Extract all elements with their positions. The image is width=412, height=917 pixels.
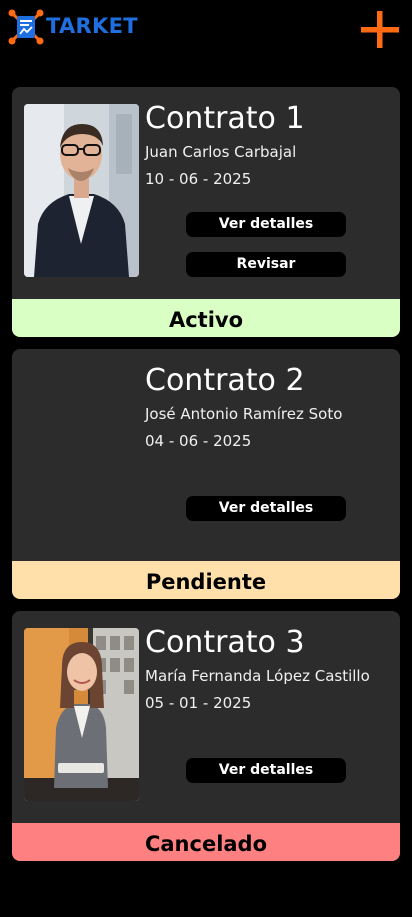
contract-person-name: José Antonio Ramírez Soto [145, 405, 343, 423]
contract-photo [24, 628, 139, 801]
review-button[interactable]: Revisar [186, 252, 346, 277]
contract-date: 05 - 01 - 2025 [145, 694, 252, 712]
contract-person-name: María Fernanda López Castillo [145, 667, 370, 685]
view-details-button[interactable]: Ver detalles [186, 496, 346, 521]
contract-card: Contrato 2 José Antonio Ramírez Soto 04 … [12, 349, 400, 599]
plus-icon[interactable] [360, 10, 400, 50]
contract-title: Contrato 3 [145, 625, 305, 660]
contract-date: 10 - 06 - 2025 [145, 170, 252, 188]
contract-person-name: Juan Carlos Carbajal [145, 143, 297, 161]
status-badge: Activo [12, 299, 400, 337]
view-details-button[interactable]: Ver detalles [186, 758, 346, 783]
contract-card: Contrato 1 Juan Carlos Carbajal 10 - 06 … [12, 87, 400, 337]
view-details-button[interactable]: Ver detalles [186, 212, 346, 237]
contract-title: Contrato 2 [145, 363, 305, 398]
status-badge: Cancelado [12, 823, 400, 861]
contract-card: Contrato 3 María Fernanda López Castillo… [12, 611, 400, 861]
contract-title: Contrato 1 [145, 101, 305, 136]
app-header: TARKET [0, 0, 412, 60]
contract-photo [24, 104, 139, 277]
brand-name: TARKET [46, 14, 138, 38]
status-badge: Pendiente [12, 561, 400, 599]
tarket-logo-icon [8, 9, 44, 45]
contract-date: 04 - 06 - 2025 [145, 432, 252, 450]
